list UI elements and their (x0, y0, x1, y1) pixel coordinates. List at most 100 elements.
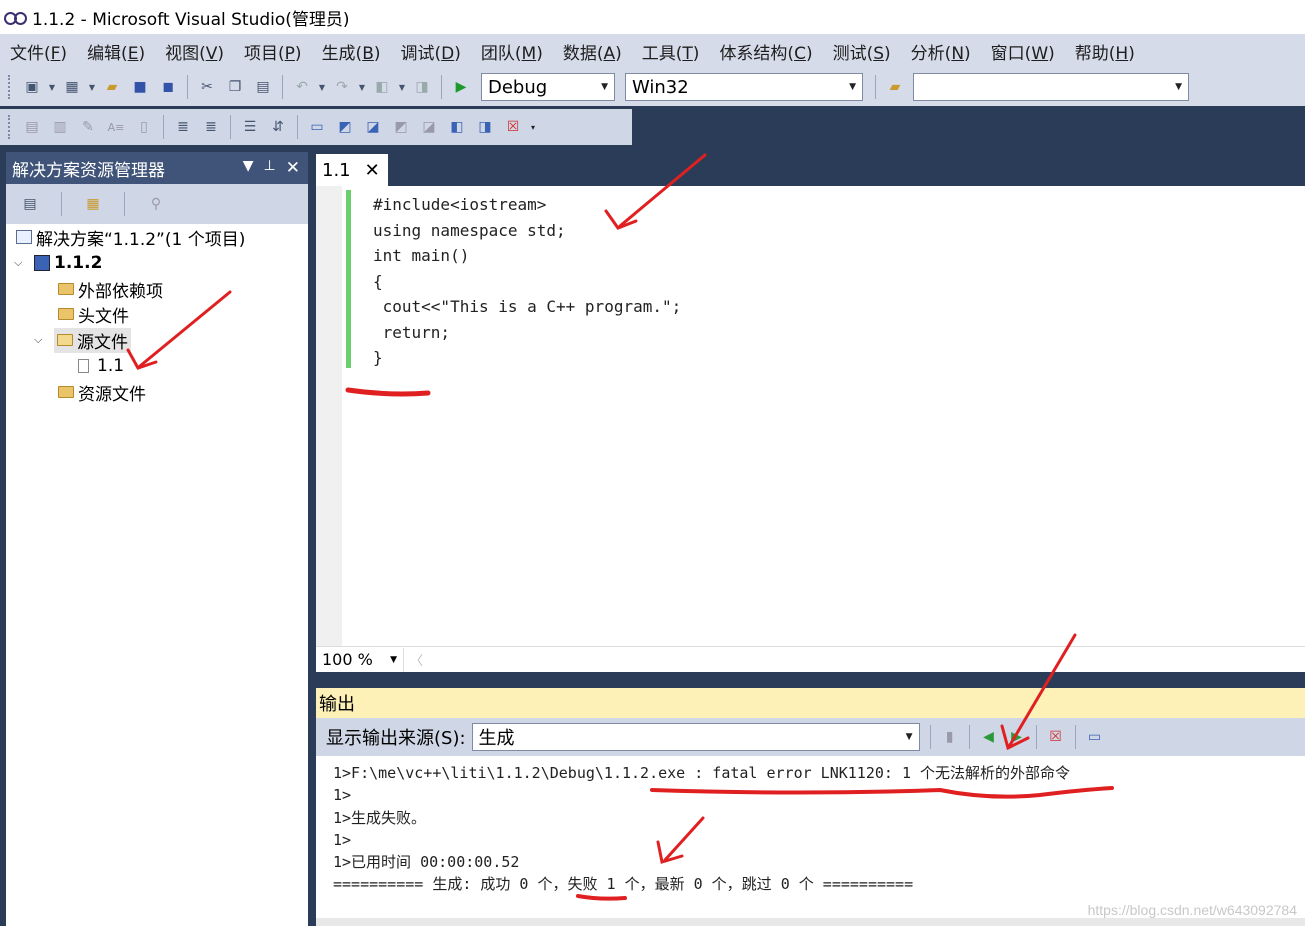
menu-item[interactable]: 帮助(H) (1069, 39, 1141, 64)
cut-icon[interactable]: ✂ (196, 76, 218, 98)
output-horizontal-scrollbar[interactable] (316, 918, 1305, 926)
properties-icon[interactable]: ▤ (19, 193, 41, 215)
next-bookmark-icon[interactable]: ◪ (362, 116, 384, 138)
quick-info-icon[interactable]: ✎ (77, 116, 99, 138)
code-line[interactable]: cout<<"This is a C++ program."; (373, 294, 682, 320)
copy-icon[interactable]: ❐ (224, 76, 246, 98)
code-editor[interactable]: #include<iostream> using namespace std; in… (316, 186, 1305, 646)
output-line[interactable]: 1>已用时间 00:00:00.52 (333, 851, 1070, 873)
close-icon[interactable]: ✕ (286, 158, 300, 178)
toolbar-grip[interactable] (8, 75, 12, 99)
pin-icon[interactable]: ⊥ (264, 158, 276, 178)
find-message-in-code-icon[interactable]: ▮ (939, 726, 961, 748)
increase-indent-icon[interactable]: ≣ (200, 116, 222, 138)
tree-item-source-files[interactable]: ⌵ 源文件 (34, 327, 131, 353)
display-tips-icon[interactable]: ▯ (133, 116, 155, 138)
menu-item[interactable]: 生成(B) (316, 39, 387, 64)
solution-configuration-select[interactable]: Debug ▼ (481, 73, 615, 101)
undo-icon[interactable]: ↶ (291, 76, 313, 98)
solution-platform-select[interactable]: Win32 ▼ (625, 73, 863, 101)
watermark: https://blog.csdn.net/w643092784 (1087, 902, 1297, 918)
toolbar-overflow-icon[interactable]: ▾ (529, 116, 537, 138)
undo-dropdown-icon[interactable]: ▼ (318, 76, 326, 98)
tree-item-source-file[interactable]: 1.1 (78, 354, 124, 378)
new-project-icon[interactable]: ▣ (21, 76, 43, 98)
complete-word-icon[interactable]: A≡ (105, 116, 127, 138)
output-line[interactable]: 1>F:\me\vc++\liti\1.1.2\Debug\1.1.2.exe … (333, 762, 1070, 784)
expand-chevron-icon[interactable]: ⌵ (34, 333, 48, 347)
code-line[interactable]: using namespace std; (373, 218, 681, 244)
output-line[interactable]: ========== 生成: 成功 0 个，失败 1 个，最新 0 个，跳过 0… (333, 873, 1070, 895)
tree-item-external-dependencies[interactable]: 外部依赖项 (58, 277, 163, 302)
window-position-dropdown-icon[interactable]: ▼ (243, 158, 254, 178)
code-line[interactable]: { (373, 269, 681, 295)
parameter-info-icon[interactable]: ▥ (49, 116, 71, 138)
clear-bookmarks-icon[interactable]: ☒ (502, 116, 524, 138)
start-debugging-icon[interactable]: ▶ (450, 76, 472, 98)
next-bookmark-in-folder-icon[interactable]: ◪ (418, 116, 440, 138)
view-class-diagram-icon[interactable]: ⚲ (145, 193, 167, 215)
open-file-icon[interactable]: ▰ (101, 76, 123, 98)
navigate-forward-icon[interactable]: ◨ (411, 76, 433, 98)
go-to-next-message-icon[interactable]: ▶ (1006, 726, 1028, 748)
add-item-dropdown-icon[interactable]: ▼ (88, 76, 96, 98)
navigate-backward-icon[interactable]: ◧ (371, 76, 393, 98)
output-line[interactable]: 1> (333, 784, 1070, 806)
menu-item[interactable]: 分析(N) (905, 39, 977, 64)
scroll-left-icon[interactable]: 〈 (410, 650, 423, 669)
previous-bookmark-in-document-icon[interactable]: ◧ (446, 116, 468, 138)
menu-item[interactable]: 文件(F) (4, 39, 73, 64)
save-all-icon[interactable]: ◼ (157, 76, 179, 98)
tree-item-resource-files[interactable]: 资源文件 (58, 380, 146, 405)
output-pane[interactable]: 1>F:\me\vc++\liti\1.1.2\Debug\1.1.2.exe … (316, 756, 1305, 926)
output-line[interactable]: 1>生成失败。 (333, 807, 1070, 829)
code-line[interactable]: int main() (373, 243, 681, 269)
tree-item-project[interactable]: ⌵ 1.1.2 (14, 251, 102, 275)
output-line[interactable]: 1> (333, 829, 1070, 851)
tree-item-solution[interactable]: 解决方案“1.1.2”(1 个项目) (16, 225, 245, 250)
toggle-word-wrap-icon[interactable]: ▭ (1084, 726, 1106, 748)
previous-bookmark-in-folder-icon[interactable]: ◩ (390, 116, 412, 138)
expand-chevron-icon[interactable]: ⌵ (14, 256, 28, 270)
menu-item[interactable]: 调试(D) (395, 39, 467, 64)
menu-item[interactable]: 团队(M) (475, 39, 549, 64)
next-bookmark-in-document-icon[interactable]: ◨ (474, 116, 496, 138)
previous-bookmark-icon[interactable]: ◩ (334, 116, 356, 138)
menu-item[interactable]: 体系结构(C) (713, 39, 818, 64)
code-line[interactable]: return; (373, 320, 681, 346)
uncomment-lines-icon[interactable]: ⇵ (267, 116, 289, 138)
code-line[interactable]: #include<iostream> (373, 192, 681, 218)
go-to-previous-message-icon[interactable]: ◀ (978, 726, 1000, 748)
menu-item[interactable]: 工具(T) (636, 39, 706, 64)
find-in-files-icon[interactable]: ▰ (884, 76, 906, 98)
zoom-select[interactable]: 100 % ▼ (316, 647, 404, 672)
decrease-indent-icon[interactable]: ≣ (172, 116, 194, 138)
comment-lines-icon[interactable]: ☰ (239, 116, 261, 138)
menu-item[interactable]: 编辑(E) (81, 39, 151, 64)
tab-source-file[interactable]: 1.1 ✕ (316, 154, 388, 186)
toolbar-grip[interactable] (8, 115, 12, 139)
tree-item-header-files[interactable]: 头文件 (58, 302, 129, 327)
output-source-select[interactable]: 生成 ▼ (471, 723, 920, 751)
member-list-icon[interactable]: ▤ (21, 116, 43, 138)
code-line[interactable]: } (373, 345, 681, 371)
paste-icon[interactable]: ▤ (252, 76, 274, 98)
menu-item[interactable]: 数据(A) (557, 39, 628, 64)
show-all-files-icon[interactable]: ▦ (82, 193, 104, 215)
menu-item[interactable]: 项目(P) (238, 39, 308, 64)
redo-icon[interactable]: ↷ (331, 76, 353, 98)
close-tab-icon[interactable]: ✕ (365, 160, 380, 181)
find-combo[interactable]: ▼ (913, 73, 1189, 101)
navigate-backward-dropdown-icon[interactable]: ▼ (398, 76, 406, 98)
clear-all-icon[interactable]: ☒ (1045, 726, 1067, 748)
menu-item[interactable]: 视图(V) (159, 39, 230, 64)
menu-item[interactable]: 窗口(W) (985, 39, 1061, 64)
save-icon[interactable]: ■ (129, 76, 151, 98)
menu-item[interactable]: 测试(S) (827, 39, 897, 64)
new-project-dropdown-icon[interactable]: ▼ (48, 76, 56, 98)
redo-dropdown-icon[interactable]: ▼ (358, 76, 366, 98)
output-text[interactable]: 1>F:\me\vc++\liti\1.1.2\Debug\1.1.2.exe … (333, 762, 1070, 896)
code-text[interactable]: #include<iostream> using namespace std; in… (373, 192, 681, 371)
toggle-bookmark-icon[interactable]: ▭ (306, 116, 328, 138)
add-item-icon[interactable]: ▦ (61, 76, 83, 98)
